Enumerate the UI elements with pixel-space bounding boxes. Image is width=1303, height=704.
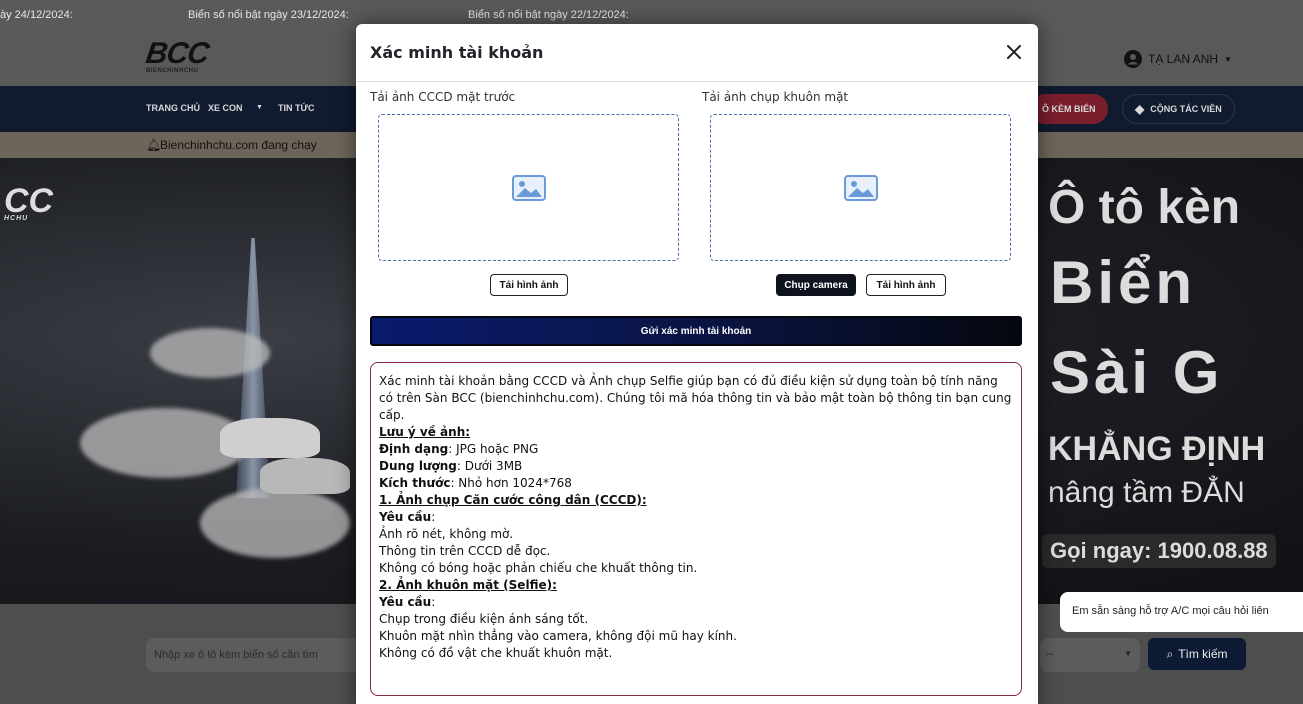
submit-verification-button[interactable]: Gửi xác minh tài khoản xyxy=(370,316,1022,346)
requirement-line: Không có đồ vật che khuất khuôn mặt. xyxy=(379,646,613,660)
ticker-item[interactable]: ày 24/12/2024: xyxy=(0,9,73,21)
chevron-down-icon: ▼ xyxy=(1124,649,1132,658)
upload-id-card-button[interactable]: Tải hình ảnh xyxy=(490,274,568,296)
section1-heading: 1. Ảnh chụp Căn cước công dân (CCCD): xyxy=(379,493,647,507)
logo-mark: BCC xyxy=(143,37,211,70)
search-icon: ⌕ xyxy=(1166,646,1174,661)
cloud-shape xyxy=(200,488,350,558)
requirement-line: Chụp trong điều kiện ánh sáng tốt. xyxy=(379,612,589,626)
notice-text: Bienchinhchu.com đang chạy xyxy=(160,138,317,152)
section2-requirements: Yêu cầu: xyxy=(379,595,436,609)
modal-title: Xác minh tài khoản xyxy=(370,43,544,62)
modal-header: Xác minh tài khoản xyxy=(356,24,1038,82)
nav-item-home[interactable]: TRANG CHỦ xyxy=(146,103,200,113)
upload-face-button[interactable]: Tải hình ảnh xyxy=(866,274,946,296)
car-illustration xyxy=(260,458,350,494)
user-avatar-icon xyxy=(1124,50,1142,68)
photo-notes-heading: Lưu ý về ảnh: xyxy=(379,425,471,439)
hero-line: Biển xyxy=(1050,249,1197,316)
chevron-down-icon: ▼ xyxy=(1224,54,1232,64)
requirement-line: Thông tin trên CCCD dễ đọc. xyxy=(379,544,551,558)
id-card-front-label: Tải ảnh CCCD mặt trước xyxy=(370,90,516,104)
user-menu[interactable]: TẠ LAN ANH ▼ xyxy=(1124,50,1232,68)
pill-label: CỘNG TÁC VIÊN xyxy=(1150,104,1222,114)
search-button[interactable]: ⌕ Tìm kiếm xyxy=(1148,638,1246,670)
size-row: Dung lượng: Dưới 3MB xyxy=(379,458,1013,475)
requirement-label: Yêu cầu xyxy=(379,595,432,609)
ticker-item[interactable]: Biển số nổi bật ngày 23/12/2024: xyxy=(188,9,349,21)
section1-requirements: Yêu cầu: xyxy=(379,510,436,524)
nav-pill-cars-with-plates[interactable]: Ô KÈM BIỂN xyxy=(1030,94,1108,124)
dimension-value: : Nhỏ hơn 1024*768 xyxy=(450,476,572,490)
intro-text: Xác minh tài khoản bằng CCCD và Ảnh chụp… xyxy=(379,374,1012,422)
cloud-shape xyxy=(150,328,270,378)
bell-icon: 🔔︎ xyxy=(146,138,162,152)
car-illustration xyxy=(220,418,320,458)
ticker-item[interactable]: Biển số nổi bật ngày 22/12/2024: xyxy=(468,9,629,21)
search-input[interactable]: Nhập xe ô tô kèm biển số cần tìm xyxy=(146,638,366,672)
dimension-row: Kích thước: Nhỏ hơn 1024*768 xyxy=(379,475,1013,492)
face-photo-label: Tải ảnh chụp khuôn mặt xyxy=(702,90,849,104)
diamond-icon: ◆ xyxy=(1135,102,1145,116)
capture-camera-button[interactable]: Chụp camera xyxy=(776,274,856,296)
hero-line: Sài G xyxy=(1050,339,1224,406)
hero-logo: CC HCHU xyxy=(4,182,53,222)
nav-item-news[interactable]: TIN TỨC xyxy=(278,103,314,113)
nav-item-cars[interactable]: XE CON xyxy=(208,103,243,113)
pill-label: Ô KÈM BIỂN xyxy=(1042,104,1096,114)
dimension-label: Kích thước xyxy=(379,476,451,490)
section2-heading: 2. Ảnh khuôn mặt (Selfie): xyxy=(379,578,557,592)
close-icon[interactable] xyxy=(1004,42,1024,62)
user-name: TẠ LAN ANH xyxy=(1148,52,1219,66)
site-logo[interactable]: BCC BIENCHINHCHU xyxy=(143,37,226,76)
chat-bubble[interactable]: Em sẵn sàng hỗ trợ A/C mọi câu hỏi liên xyxy=(1060,592,1303,632)
hotline-badge[interactable]: Gọi ngay: 1900.08.88 xyxy=(1042,534,1276,568)
format-row: Định dạng: JPG hoặc PNG xyxy=(379,441,1013,458)
hero-line: KHẲNG ĐỊNH xyxy=(1048,430,1266,468)
search-select[interactable]: -- ▼ xyxy=(1040,638,1140,672)
format-label: Định dạng xyxy=(379,442,449,456)
chevron-down-icon: ▼ xyxy=(256,104,263,111)
hero-line: nâng tầm ĐẲN xyxy=(1048,476,1245,509)
requirement-line: Không có bóng hoặc phản chiếu che khuất … xyxy=(379,561,698,575)
search-button-label: Tìm kiếm xyxy=(1178,647,1228,661)
size-label: Dung lượng xyxy=(379,459,457,473)
size-value: : Dưới 3MB xyxy=(456,459,523,473)
hero-line: Ô tô kèn xyxy=(1048,181,1241,234)
face-photo-dropzone[interactable] xyxy=(710,114,1011,261)
format-value: : JPG hoặc PNG xyxy=(448,442,539,456)
nav-pill-collaborator[interactable]: ◆ CỘNG TÁC VIÊN xyxy=(1122,94,1235,124)
id-card-dropzone[interactable] xyxy=(378,114,679,261)
requirement-line: Khuôn mặt nhìn thẳng vào camera, không đ… xyxy=(379,629,737,643)
select-value: -- xyxy=(1046,648,1054,660)
requirement-label: Yêu cầu xyxy=(379,510,432,524)
requirement-line: Ảnh rõ nét, không mờ. xyxy=(379,527,514,541)
verify-account-modal: Xác minh tài khoản Tải ảnh CCCD mặt trướ… xyxy=(356,24,1038,704)
verification-instructions: Xác minh tài khoản bằng CCCD và Ảnh chụp… xyxy=(370,362,1022,696)
image-placeholder-icon xyxy=(843,174,878,201)
image-placeholder-icon xyxy=(511,174,546,201)
